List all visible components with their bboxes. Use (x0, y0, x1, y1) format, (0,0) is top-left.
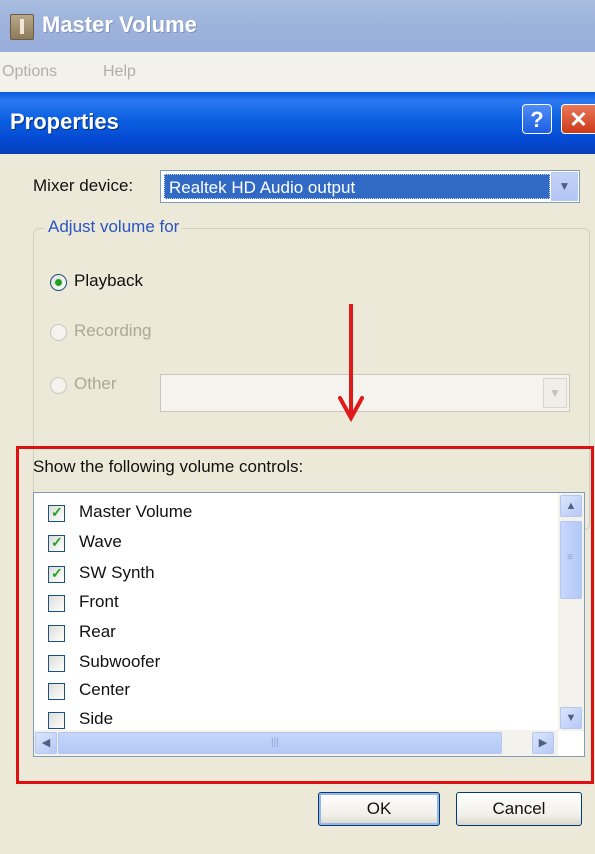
mixer-device-select[interactable]: Realtek HD Audio output ▼ (160, 170, 580, 203)
list-item-label: Master Volume (79, 502, 193, 521)
menu-options[interactable]: Options (2, 63, 57, 81)
playback-radio[interactable] (50, 274, 67, 291)
other-radio (50, 377, 67, 394)
grip-icon: ||| (271, 737, 279, 748)
horizontal-scrollbar[interactable]: ◀ ||| ▶ (34, 730, 558, 756)
chevron-down-icon: ▼ (543, 378, 567, 408)
speaker-app-icon (10, 14, 34, 40)
list-item-label: Rear (79, 622, 116, 641)
volume-controls-label: Show the following volume controls: (33, 457, 304, 476)
cancel-button[interactable]: Cancel (456, 792, 582, 826)
master-volume-title: Master Volume (42, 12, 197, 37)
scroll-right-icon[interactable]: ▶ (532, 732, 554, 754)
dialog-titlebar[interactable]: Properties ? ✕ (0, 92, 595, 154)
list-item-label: Front (79, 592, 119, 611)
scroll-down-icon[interactable]: ▼ (560, 707, 582, 729)
menu-help[interactable]: Help (103, 63, 136, 81)
horizontal-scroll-thumb[interactable]: ||| (58, 732, 502, 754)
vertical-scroll-thumb[interactable]: ≡ (560, 521, 582, 599)
other-device-select: ▼ (160, 374, 570, 412)
volume-controls-list[interactable]: ✓ Master Volume ✓ Wave ✓ SW Synth Front … (33, 492, 585, 757)
vertical-scrollbar[interactable]: ▲ ≡ ▼ (558, 493, 584, 731)
properties-dialog: Properties ? ✕ Mixer device: Realtek HD … (0, 92, 595, 854)
mixer-device-value: Realtek HD Audio output (164, 174, 550, 199)
checkmark-icon: ✓ (51, 504, 63, 520)
adjust-volume-group-title: Adjust volume for (45, 217, 183, 237)
annotation-arrow-head (338, 396, 364, 422)
close-button[interactable]: ✕ (561, 104, 595, 134)
master-volume-menubar: Options Help (0, 52, 595, 92)
wave-checkbox[interactable]: ✓ (48, 534, 65, 552)
help-button[interactable]: ? (522, 104, 552, 134)
front-checkbox[interactable] (48, 595, 65, 612)
rear-checkbox[interactable] (48, 625, 65, 642)
master-volume-titlebar: Master Volume (0, 0, 595, 52)
center-checkbox[interactable] (48, 683, 65, 700)
playback-label[interactable]: Playback (74, 271, 143, 291)
checkmark-icon: ✓ (51, 534, 63, 550)
checkmark-icon: ✓ (51, 565, 63, 581)
recording-label: Recording (74, 321, 152, 340)
dialog-title: Properties (10, 109, 119, 134)
scroll-left-icon[interactable]: ◀ (35, 732, 57, 754)
mixer-device-label: Mixer device: (33, 176, 134, 195)
grip-icon: ≡ (567, 552, 573, 563)
chevron-down-icon[interactable]: ▼ (551, 172, 578, 201)
list-item-label: SW Synth (79, 563, 155, 582)
side-checkbox[interactable] (48, 712, 65, 729)
master-volume-checkbox[interactable]: ✓ (48, 504, 65, 522)
subwoofer-checkbox[interactable] (48, 655, 65, 672)
list-item-label: Side (79, 709, 114, 728)
other-label: Other (74, 374, 117, 393)
list-item-label: Subwoofer (79, 652, 161, 671)
list-item-label: Wave (79, 532, 122, 551)
ok-button[interactable]: OK (318, 792, 440, 826)
list-item-label: Center (79, 680, 131, 699)
sw-synth-checkbox[interactable]: ✓ (48, 565, 65, 583)
scroll-up-icon[interactable]: ▲ (560, 495, 582, 517)
recording-radio (50, 324, 67, 341)
